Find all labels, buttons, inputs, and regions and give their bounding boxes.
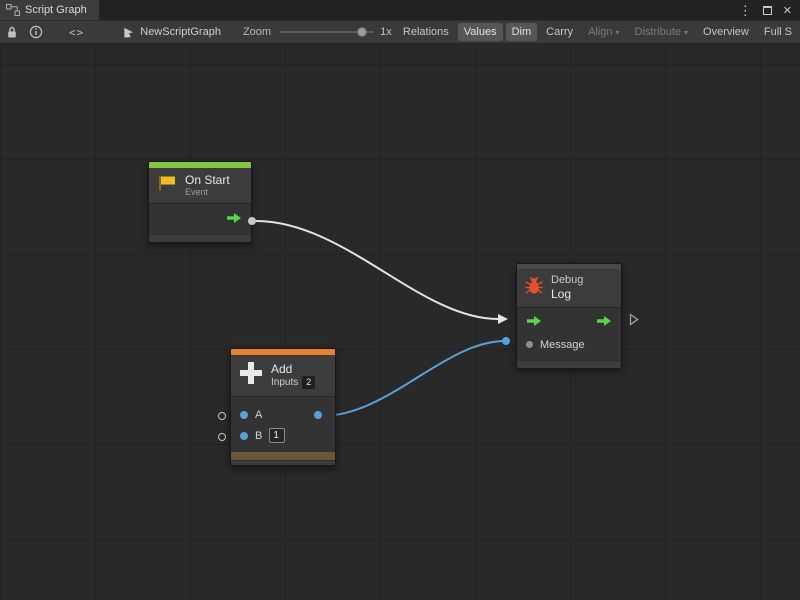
zoom-slider[interactable] [279,25,374,39]
port-a-label: A [255,409,262,421]
flag-icon [156,174,178,197]
node-subtitle: Event [185,187,230,198]
graph-toolbar: <> NewScriptGraph Zoom 1x Relations Valu… [0,20,800,44]
flow-input-arrow-icon[interactable] [526,315,542,330]
tab-script-graph[interactable]: Script Graph [0,0,99,20]
wire-onstart-to-debuglog[interactable] [256,221,498,319]
node-add[interactable]: Add Inputs 2 A B [230,348,336,466]
zoom-label: Zoom [243,26,271,38]
graph-asset-icon [122,23,135,41]
port-row-a: A [231,404,335,425]
toolbar-button-align: Align▾ [582,23,625,41]
toolbar-toggle-values[interactable]: Values [458,23,503,41]
node-header: On Start Event [149,168,251,203]
lock-icon[interactable] [6,23,18,41]
node-ports: Message [517,307,621,360]
message-input-row: Message [517,334,621,356]
graph-canvas[interactable]: On Start Event [0,45,800,600]
flow-output-arrow-icon[interactable] [596,315,612,330]
node-ports [149,203,251,234]
value-input-port-a[interactable] [240,411,248,419]
window-menu-icon[interactable]: ⋮ [739,4,752,17]
port-b-value-field[interactable] [269,428,285,443]
wire-add-to-message[interactable] [322,341,505,416]
flow-output-row [149,208,251,230]
node-subtitle: Inputs [271,377,298,389]
value-output-port[interactable] [314,411,322,419]
info-icon[interactable] [29,23,43,41]
flow-output-port[interactable] [248,217,256,225]
node-title: Log [551,287,583,301]
connections-layer [0,45,800,600]
zoom-slider-handle[interactable] [357,27,367,37]
wire-endpoint-dot [502,337,510,345]
port-row-b: B [231,425,335,446]
node-footer [149,234,251,242]
toolbar-button-fullscreen[interactable]: Full S [758,23,798,41]
chevron-down-icon: ▾ [616,28,620,37]
tab-label: Script Graph [25,4,87,16]
toolbar-toggle-carry[interactable]: Carry [540,23,579,41]
port-b-label: B [255,430,262,442]
zoom-value: 1x [380,26,392,38]
node-accent-footer [231,451,335,460]
titlebar-spacer [99,0,739,20]
node-debug-log[interactable]: Debug Log [516,263,622,369]
input-count-badge[interactable]: 2 [302,376,315,389]
node-title: On Start [185,173,230,187]
maximize-icon[interactable] [763,6,772,15]
value-input-port-b[interactable] [240,432,248,440]
toolbar-button-distribute: Distribute▾ [629,23,694,41]
node-footer [231,460,335,465]
toolbar-toggle-relations[interactable]: Relations [397,23,455,41]
toolbar-toggle-dim[interactable]: Dim [506,23,538,41]
flow-row [517,312,621,334]
unconnected-port-hint-b[interactable] [218,433,226,441]
chevron-down-icon: ▾ [684,28,688,37]
message-input-port[interactable] [526,341,533,348]
toolbar-button-overview[interactable]: Overview [697,23,755,41]
toolbar-buttons: Relations Values Dim Carry Align▾ Distri… [397,23,798,41]
node-footer [517,360,621,368]
node-header: Add Inputs 2 [231,355,335,396]
unconnected-flow-triangle[interactable] [629,313,639,331]
node-header: Debug Log [517,269,621,307]
node-on-start[interactable]: On Start Event [148,161,252,243]
node-title: Add [271,362,315,376]
title-bar: Script Graph ⋮ ✕ [0,0,800,20]
script-graph-icon [6,1,20,19]
node-ports: A B [231,396,335,451]
plus-icon [238,360,264,391]
close-icon[interactable]: ✕ [783,4,792,17]
flow-output-arrow-icon[interactable] [226,212,242,227]
window-controls: ⋮ ✕ [739,0,800,20]
wire-arrowhead [498,314,508,324]
unconnected-port-hint-a[interactable] [218,412,226,420]
script-graph-window: Script Graph ⋮ ✕ <> [0,0,800,600]
bug-icon [524,276,544,300]
message-port-label: Message [540,339,585,351]
graph-name[interactable]: NewScriptGraph [140,26,221,38]
node-surtitle: Debug [551,274,583,287]
code-icon[interactable]: <> [69,23,84,41]
